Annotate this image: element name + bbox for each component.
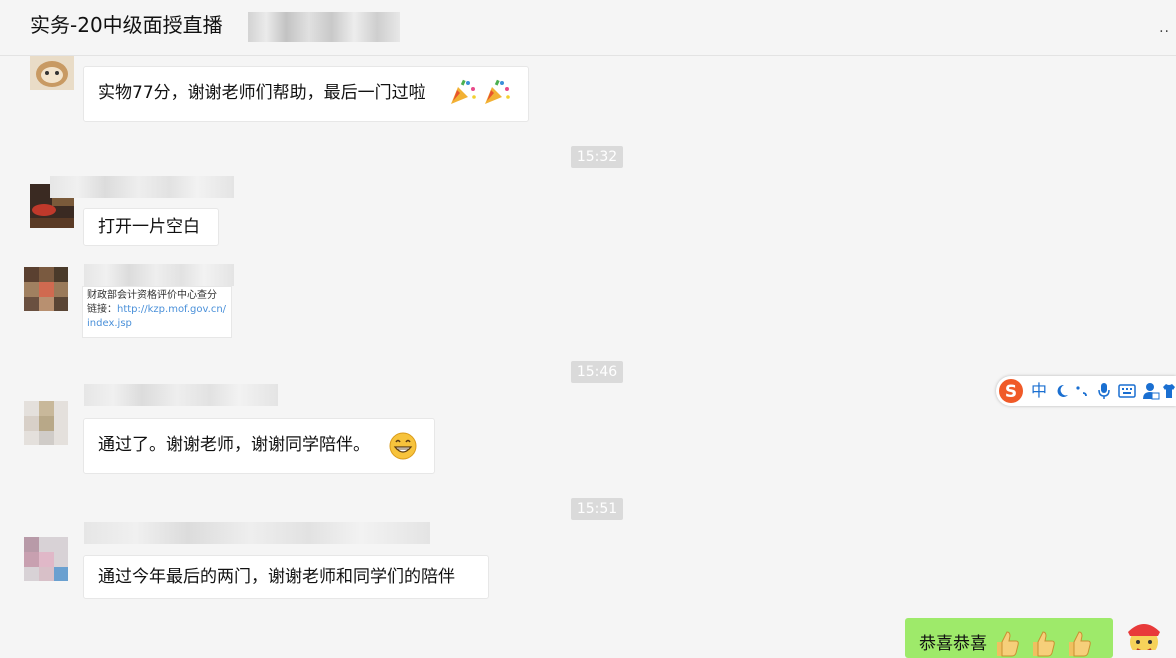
punctuation-icon[interactable] <box>1074 383 1090 399</box>
keyboard-icon[interactable] <box>1118 384 1136 398</box>
chat-message-area[interactable]: 实物77分，谢谢老师们帮助，最后一门过啦 15:32 打开一片空白 财政部会计资… <box>0 56 1176 658</box>
thumbs-up-icon <box>997 631 1019 657</box>
microphone-icon[interactable] <box>1096 382 1112 400</box>
thumbs-up-icon <box>1069 631 1091 657</box>
user-icon[interactable] <box>1142 382 1160 400</box>
avatar[interactable] <box>30 56 74 90</box>
sender-name-redaction <box>50 176 234 198</box>
sender-name-redaction <box>84 264 234 286</box>
chat-header: 实务-20中级面授直播 ·· <box>0 0 1176 56</box>
message-text: 通过了。谢谢老师，谢谢同学陪伴。 <box>98 435 370 455</box>
avatar[interactable] <box>24 267 68 311</box>
message-bubble[interactable]: 通过今年最后的两门，谢谢老师和同学们的陪伴 <box>83 555 489 599</box>
svg-text:S: S <box>1005 382 1017 402</box>
message-text: 实物77分，谢谢老师们帮助，最后一门过啦 <box>98 83 426 103</box>
party-popper-icon <box>485 79 510 104</box>
self-avatar[interactable] <box>1122 618 1166 650</box>
message-bubble[interactable]: 通过了。谢谢老师，谢谢同学陪伴。 <box>83 418 435 474</box>
moon-icon[interactable] <box>1054 383 1070 399</box>
thumbs-up-icon <box>1033 631 1055 657</box>
message-bubble[interactable]: 打开一片空白 <box>83 208 219 246</box>
timestamp: 15:32 <box>571 146 623 168</box>
chat-title[interactable]: 实务-20中级面授直播 <box>30 11 223 39</box>
sogou-logo-icon[interactable]: S <box>998 378 1024 404</box>
link-url-line2[interactable]: index.jsp <box>87 317 132 331</box>
message-text: 通过今年最后的两门，谢谢老师和同学们的陪伴 <box>98 567 455 587</box>
link-card-url[interactable]: 链接：http://kzp.mof.gov.cn/ <box>87 303 226 317</box>
self-message-text: 恭喜恭喜 <box>919 634 987 654</box>
grin-face-icon <box>389 432 417 460</box>
ime-toolbar[interactable]: S 中 <box>996 376 1176 406</box>
self-message-bubble[interactable]: 恭喜恭喜 <box>905 618 1113 658</box>
more-options-button[interactable]: ·· <box>1159 24 1170 40</box>
link-url-line1[interactable]: http://kzp.mof.gov.cn/ <box>117 304 226 315</box>
shirt-icon[interactable] <box>1162 383 1176 399</box>
message-bubble[interactable]: 实物77分，谢谢老师们帮助，最后一门过啦 <box>83 66 529 122</box>
link-label: 链接： <box>87 304 117 315</box>
timestamp: 15:51 <box>571 498 623 520</box>
timestamp: 15:46 <box>571 361 623 383</box>
link-card-title: 财政部会计资格评价中心查分 <box>87 290 217 301</box>
link-card[interactable]: 财政部会计资格评价中心查分 链接：http://kzp.mof.gov.cn/ … <box>82 286 232 338</box>
title-redaction <box>248 12 400 42</box>
party-popper-icon <box>451 79 476 104</box>
avatar[interactable] <box>24 401 68 445</box>
sender-name-redaction <box>84 522 430 544</box>
avatar[interactable] <box>24 537 68 581</box>
sender-name-redaction <box>84 384 278 406</box>
ime-mode-toggle[interactable]: 中 <box>1031 381 1047 401</box>
message-text: 打开一片空白 <box>98 217 200 237</box>
